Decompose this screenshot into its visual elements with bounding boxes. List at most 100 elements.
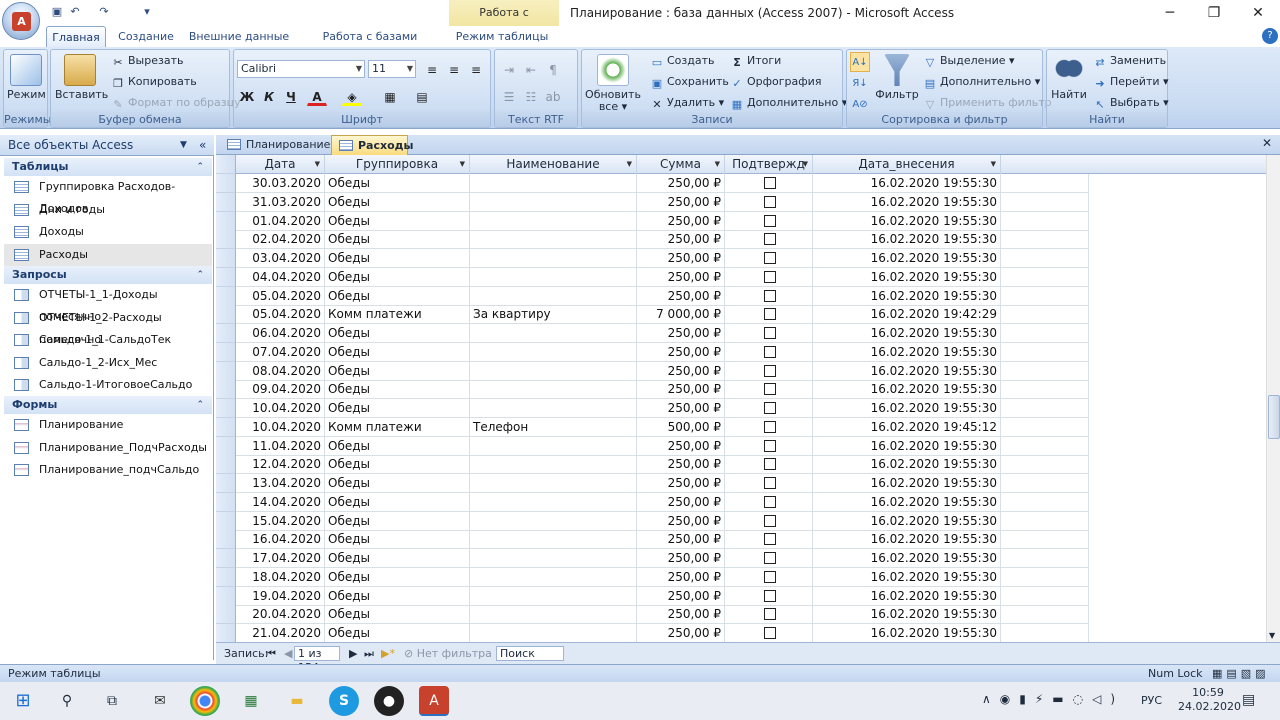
cell-date[interactable]: 18.04.2020 xyxy=(236,567,325,587)
close-document-icon[interactable]: ✕ xyxy=(1262,136,1272,150)
cell-sum[interactable]: 250,00 ₽ xyxy=(637,605,725,625)
chevron-down-icon[interactable]: ▼ xyxy=(180,135,187,155)
table-row[interactable]: 20.04.2020 Обеды 250,00 ₽ 16.02.2020 19:55:… xyxy=(216,605,1266,625)
gridlines-icon[interactable]: ▦ xyxy=(380,86,400,106)
cell-name[interactable] xyxy=(470,324,637,343)
font-name-combo[interactable]: Calibri ▼ xyxy=(237,60,365,78)
last-record-icon[interactable]: ⏭ xyxy=(364,643,374,664)
format-painter-button[interactable]: ✎ Формат по образцу xyxy=(111,94,240,112)
tab-external-data[interactable]: Внешние данные xyxy=(188,26,290,47)
cell-entry-date[interactable]: 16.02.2020 19:55:30 xyxy=(813,361,1001,381)
nav-item[interactable]: Планирование_ПодчРасходы xyxy=(4,437,212,459)
view-buttons-icon[interactable]: ▦▤▧▨ xyxy=(1212,665,1270,682)
cell-name[interactable] xyxy=(470,436,637,456)
align-left-icon[interactable]: ≡ xyxy=(422,59,442,79)
font-color-icon[interactable]: A xyxy=(307,86,327,106)
cell-sum[interactable]: 250,00 ₽ xyxy=(637,361,725,381)
cell-sum[interactable]: 250,00 ₽ xyxy=(637,211,725,231)
cell-sum[interactable]: 250,00 ₽ xyxy=(637,230,725,250)
cut-button[interactable]: ✂ Вырезать xyxy=(111,52,183,70)
nav-item[interactable]: Группировка Расходов-Доходов xyxy=(4,176,212,215)
confirm-checkbox[interactable] xyxy=(764,289,776,302)
cell-date[interactable]: 05.04.2020 xyxy=(236,286,325,306)
cell-date[interactable]: 16.04.2020 xyxy=(236,530,325,550)
table-row[interactable]: 17.04.2020 Обеды 250,00 ₽ 16.02.2020 19:55:… xyxy=(216,549,1266,568)
cell-confirmed[interactable] xyxy=(725,567,813,587)
column-filter-icon[interactable]: ▼ xyxy=(315,155,320,174)
cell-group[interactable]: Комм платежи xyxy=(325,417,470,437)
notifications-icon[interactable]: ▤ xyxy=(1242,692,1255,708)
row-selector[interactable] xyxy=(216,267,236,287)
cell-date[interactable]: 06.04.2020 xyxy=(236,324,325,343)
totals-button[interactable]: Σ Итоги xyxy=(730,52,781,70)
cell-confirmed[interactable] xyxy=(725,455,813,475)
align-right-icon[interactable]: ≡ xyxy=(466,59,486,79)
cell-entry-date[interactable]: 16.02.2020 19:55:30 xyxy=(813,605,1001,625)
table-row[interactable]: 04.04.2020 Обеды 250,00 ₽ 16.02.2020 19:55:… xyxy=(216,267,1266,287)
minimize-button[interactable]: ─ xyxy=(1148,0,1192,26)
nav-item[interactable]: Сальдо-1_1-СальдоТек xyxy=(4,329,212,351)
confirm-checkbox[interactable] xyxy=(764,252,776,264)
row-selector[interactable] xyxy=(216,249,236,268)
cell-confirmed[interactable] xyxy=(725,324,813,343)
cell-group[interactable]: Обеды xyxy=(325,211,470,231)
nav-pane-header[interactable]: Все объекты Access ▼ « xyxy=(0,135,214,156)
table-row[interactable]: 10.04.2020 Обеды 250,00 ₽ 16.02.2020 19:55:… xyxy=(216,399,1266,418)
cell-sum[interactable]: 250,00 ₽ xyxy=(637,474,725,493)
table-row[interactable]: 13.04.2020 Обеды 250,00 ₽ 16.02.2020 19:55:… xyxy=(216,474,1266,493)
cell-entry-date[interactable]: 16.02.2020 19:55:30 xyxy=(813,399,1001,418)
cell-group[interactable]: Обеды xyxy=(325,624,470,642)
table-row[interactable]: 10.04.2020 Комм платежи Телефон 500,00 ₽ 16.… xyxy=(216,417,1266,437)
table-row[interactable]: 18.04.2020 Обеды 250,00 ₽ 16.02.2020 19:55:… xyxy=(216,567,1266,587)
cell-group[interactable]: Обеды xyxy=(325,549,470,568)
fill-color-icon[interactable]: ◈ xyxy=(342,86,362,106)
clear-sort-icon[interactable]: A⊘ xyxy=(850,94,870,114)
nav-item[interactable]: ОТЧЕТЫ-1_1-Доходы помесячно xyxy=(4,284,212,323)
cell-group[interactable]: Обеды xyxy=(325,361,470,381)
confirm-checkbox[interactable] xyxy=(764,345,776,358)
cell-sum[interactable]: 250,00 ₽ xyxy=(637,324,725,343)
outdent-icon[interactable]: ⇤ xyxy=(521,59,541,79)
toggle-filter-button[interactable]: ▽ Применить фильтр xyxy=(923,94,1052,112)
cell-date[interactable]: 31.03.2020 xyxy=(236,192,325,212)
search-input[interactable]: Поиск xyxy=(496,646,564,661)
paragraph-icon[interactable]: ¶ xyxy=(543,59,563,79)
cell-confirmed[interactable] xyxy=(725,286,813,306)
cell-name[interactable] xyxy=(470,380,637,400)
cell-confirmed[interactable] xyxy=(725,417,813,437)
cell-date[interactable]: 21.04.2020 xyxy=(236,624,325,642)
confirm-checkbox[interactable] xyxy=(764,514,776,527)
cell-name[interactable] xyxy=(470,174,637,193)
cell-date[interactable]: 11.04.2020 xyxy=(236,436,325,456)
nav-item[interactable]: Планирование_подчСальдо xyxy=(4,459,212,481)
cell-confirmed[interactable] xyxy=(725,267,813,287)
cell-name[interactable] xyxy=(470,567,637,587)
column-header[interactable]: Подтвержд ▼ xyxy=(725,155,813,174)
chrome-icon[interactable] xyxy=(190,686,220,716)
cell-sum[interactable]: 250,00 ₽ xyxy=(637,174,725,193)
nav-section-header[interactable]: Запросы ⌃ xyxy=(4,266,212,284)
cell-group[interactable]: Обеды xyxy=(325,174,470,193)
cell-entry-date[interactable]: 16.02.2020 19:55:30 xyxy=(813,267,1001,287)
row-selector[interactable] xyxy=(216,305,236,325)
cell-sum[interactable]: 500,00 ₽ xyxy=(637,417,725,437)
mail-icon[interactable]: ✉ xyxy=(145,686,175,716)
table-row[interactable]: 12.04.2020 Обеды 250,00 ₽ 16.02.2020 19:55:… xyxy=(216,455,1266,475)
cell-group[interactable]: Обеды xyxy=(325,249,470,268)
row-selector[interactable] xyxy=(216,417,236,437)
cell-confirmed[interactable] xyxy=(725,436,813,456)
tab-database-tools[interactable]: Работа с базами данных xyxy=(300,26,440,64)
row-selector[interactable] xyxy=(216,436,236,456)
scroll-thumb[interactable] xyxy=(1268,395,1280,439)
cell-date[interactable]: 13.04.2020 xyxy=(236,474,325,493)
font-size-combo[interactable]: 11 ▼ xyxy=(368,60,416,78)
task-view-icon[interactable]: ⧉ xyxy=(97,686,127,716)
collapse-section-icon[interactable]: ⌃ xyxy=(196,158,204,176)
refresh-all-button[interactable]: Обновить все ▾ xyxy=(585,54,641,113)
language-indicator[interactable]: РУС xyxy=(1141,694,1162,707)
cell-entry-date[interactable]: 16.02.2020 19:55:30 xyxy=(813,192,1001,212)
media-app-icon[interactable]: ● xyxy=(374,686,404,716)
record-position[interactable]: 1 из 154 xyxy=(294,646,340,674)
cell-entry-date[interactable]: 16.02.2020 19:55:30 xyxy=(813,380,1001,400)
row-selector[interactable] xyxy=(216,474,236,493)
